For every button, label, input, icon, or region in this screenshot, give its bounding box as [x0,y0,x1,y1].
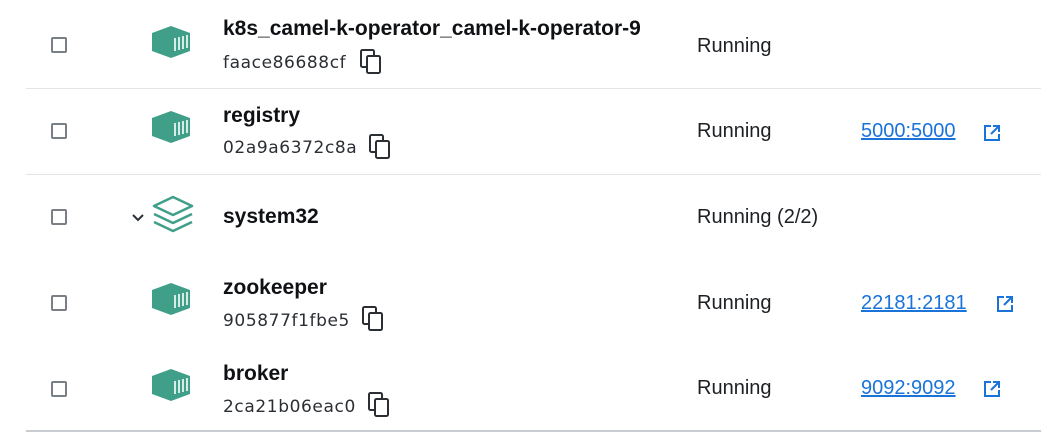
external-link-icon[interactable] [983,124,1001,142]
status-text: Running [697,292,772,314]
row-checkbox[interactable] [51,209,67,225]
container-icon [152,26,190,58]
external-link-icon[interactable] [996,295,1014,313]
container-name[interactable]: zookeeper [223,276,327,300]
port-link[interactable]: 5000:5000 [861,120,956,143]
table-row[interactable]: system32 Running (2/2) [0,175,1041,259]
container-name[interactable]: broker [223,362,288,386]
row-checkbox[interactable] [51,37,67,53]
container-name[interactable]: registry [223,104,300,128]
container-icon [152,369,190,401]
copy-icon[interactable] [360,49,382,75]
container-name[interactable]: k8s_camel-k-operator_camel-k-operator-9 [223,17,679,41]
chevron-down-icon[interactable] [130,210,146,226]
status-text: Running (2/2) [697,206,819,228]
table-row[interactable]: zookeeper 905877f1fbe5 Running 22181:218… [0,259,1041,347]
container-id: 02a9a6372c8a [223,138,358,158]
copy-icon[interactable] [369,134,391,160]
row-checkbox[interactable] [51,381,67,397]
copy-icon[interactable] [368,392,390,418]
table-row[interactable]: broker 2ca21b06eac0 Running 9092:9092 [0,347,1041,432]
port-link[interactable]: 22181:2181 [861,292,967,315]
stack-icon [152,195,194,233]
status-text: Running [697,35,772,57]
status-text: Running [697,377,772,399]
container-id: faace86688cf [223,53,347,73]
copy-icon[interactable] [362,306,384,332]
row-checkbox[interactable] [51,123,67,139]
container-id: 2ca21b06eac0 [223,397,356,417]
container-icon [152,111,190,143]
port-link[interactable]: 9092:9092 [861,377,956,400]
table-row[interactable]: k8s_camel-k-operator_camel-k-operator-9 … [0,0,1041,89]
container-id: 905877f1fbe5 [223,311,350,331]
status-text: Running [697,120,772,142]
external-link-icon[interactable] [983,380,1001,398]
stack-name[interactable]: system32 [223,205,319,229]
row-checkbox[interactable] [51,295,67,311]
container-icon [152,283,190,315]
table-row[interactable]: registry 02a9a6372c8a Running 5000:5000 [0,89,1041,175]
